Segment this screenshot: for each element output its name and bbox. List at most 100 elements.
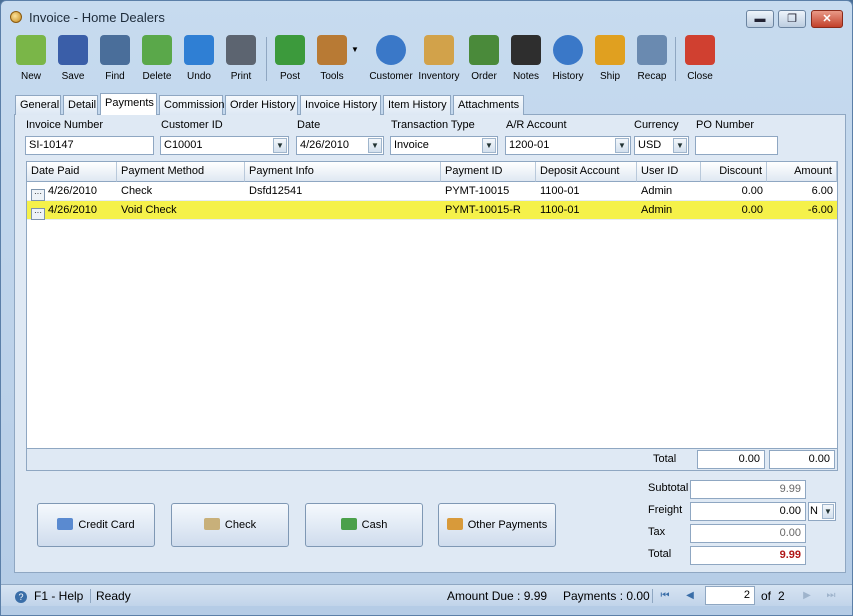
invoice-window: Invoice - Home Dealers ▬ ❐ ✕ New Save Fi… — [0, 0, 853, 616]
chevron-down-icon[interactable]: ▼ — [368, 138, 382, 153]
column-header-user-id[interactable]: User ID — [637, 162, 701, 182]
tax-field: 0.00 — [690, 524, 806, 543]
title-bar[interactable]: Invoice - Home Dealers ▬ ❐ ✕ — [1, 1, 852, 31]
amount-due: Amount Due : 9.99 — [447, 589, 548, 603]
maximize-button[interactable]: ❐ — [778, 10, 806, 28]
new-button[interactable]: New — [9, 33, 53, 89]
undo-icon — [184, 35, 214, 65]
transaction-type-label: Transaction Type — [391, 119, 475, 131]
ar-account-select[interactable]: 1200-01 ▼ — [505, 136, 631, 155]
tab-general[interactable]: General — [15, 95, 61, 115]
print-button[interactable]: Print — [219, 33, 263, 89]
tab-item-history[interactable]: Item History — [383, 95, 451, 115]
ellipsis-button[interactable]: ··· — [31, 208, 45, 220]
cell-deposit-account[interactable]: 1100-01 — [536, 201, 637, 220]
help-icon[interactable]: ? — [15, 589, 27, 603]
tab-commission[interactable]: Commission — [159, 95, 225, 115]
customer-id-label: Customer ID — [161, 119, 223, 131]
next-page-icon[interactable]: ▶ — [800, 589, 814, 603]
cell-date-paid[interactable]: ··· 4/26/2010 — [27, 201, 117, 220]
customer-id-select[interactable]: C10001 ▼ — [160, 136, 289, 155]
cell-user-id[interactable]: Admin — [637, 201, 701, 220]
column-header-date-paid[interactable]: Date Paid — [27, 162, 117, 182]
tools-dropdown-button[interactable]: ▼ — [348, 33, 362, 89]
undo-button[interactable]: Undo — [177, 33, 221, 89]
chevron-down-icon[interactable]: ▼ — [673, 138, 687, 153]
chevron-down-icon[interactable]: ▼ — [615, 138, 629, 153]
toolbar-separator — [266, 37, 267, 81]
cell-payment-method[interactable]: Check — [117, 182, 245, 201]
last-page-icon[interactable]: ⏭ — [824, 589, 838, 603]
close-window-button[interactable]: ✕ — [811, 10, 843, 28]
save-button[interactable]: Save — [51, 33, 95, 89]
column-header-discount[interactable]: Discount — [701, 162, 767, 182]
cell-amount[interactable]: -6.00 — [767, 201, 837, 220]
column-header-deposit-account[interactable]: Deposit Account — [536, 162, 637, 182]
po-number-field[interactable] — [695, 136, 778, 155]
help-label[interactable]: F1 - Help — [34, 589, 83, 603]
table-row[interactable]: ··· 4/26/2010 Void Check PYMT-10015-R 110… — [27, 201, 837, 220]
tab-attachments[interactable]: Attachments — [453, 95, 524, 115]
chevron-down-icon[interactable]: ▼ — [273, 138, 287, 153]
cell-date-paid[interactable]: ··· 4/26/2010 — [27, 182, 117, 201]
page-number-input[interactable]: 2 — [705, 586, 755, 605]
column-header-payment-id[interactable]: Payment ID — [441, 162, 536, 182]
order-icon — [469, 35, 499, 65]
previous-page-icon[interactable]: ◀ — [683, 589, 697, 603]
table-row[interactable]: ··· 4/26/2010 Check Dsfd12541 PYMT-10015 … — [27, 182, 837, 201]
history-button[interactable]: History — [546, 33, 590, 89]
app-icon — [10, 11, 22, 23]
notes-button[interactable]: Notes — [504, 33, 548, 89]
inventory-button[interactable]: Inventory — [417, 33, 461, 89]
tab-order-history[interactable]: Order History — [225, 95, 298, 115]
credit-card-button[interactable]: Credit Card — [37, 503, 155, 547]
cash-button[interactable]: Cash — [305, 503, 423, 547]
post-icon — [275, 35, 305, 65]
cell-payment-id[interactable]: PYMT-10015 — [441, 182, 536, 201]
tab-payments[interactable]: Payments — [100, 93, 157, 115]
cell-discount[interactable]: 0.00 — [701, 182, 767, 201]
recap-icon — [637, 35, 667, 65]
ellipsis-button[interactable]: ··· — [31, 189, 45, 201]
customer-button[interactable]: Customer — [369, 33, 413, 89]
column-header-amount[interactable]: Amount — [767, 162, 837, 182]
transaction-type-select[interactable]: Invoice ▼ — [390, 136, 498, 155]
cell-amount[interactable]: 6.00 — [767, 182, 837, 201]
order-button[interactable]: Order — [462, 33, 506, 89]
minimize-button[interactable]: ▬ — [746, 10, 774, 28]
post-button[interactable]: Post — [268, 33, 312, 89]
find-button[interactable]: Find — [93, 33, 137, 89]
cell-user-id[interactable]: Admin — [637, 182, 701, 201]
recap-button[interactable]: Recap — [630, 33, 674, 89]
date-picker[interactable]: 4/26/2010 ▼ — [296, 136, 384, 155]
chevron-down-icon[interactable]: ▼ — [482, 138, 496, 153]
payments-grid: Date Paid Payment Method Payment Info Pa… — [26, 161, 838, 471]
freight-field[interactable]: 0.00 — [690, 502, 806, 521]
cell-discount[interactable]: 0.00 — [701, 201, 767, 220]
cell-payment-id[interactable]: PYMT-10015-R — [441, 201, 536, 220]
delete-button[interactable]: Delete — [135, 33, 179, 89]
cell-payment-info[interactable] — [245, 201, 441, 220]
check-button[interactable]: Check — [171, 503, 289, 547]
tab-invoice-history[interactable]: Invoice History — [300, 95, 381, 115]
status-bar: ? F1 - Help Ready Amount Due : 9.99 Paym… — [1, 584, 852, 606]
close-button[interactable]: Close — [678, 33, 722, 89]
first-page-icon[interactable]: ⏮ — [658, 589, 672, 603]
cell-payment-method[interactable]: Void Check — [117, 201, 245, 220]
check-pen-icon — [203, 518, 220, 530]
column-header-payment-method[interactable]: Payment Method — [117, 162, 245, 182]
cell-payment-info[interactable]: Dsfd12541 — [245, 182, 441, 201]
cell-deposit-account[interactable]: 1100-01 — [536, 182, 637, 201]
status-divider — [90, 589, 91, 603]
ship-button[interactable]: Ship — [588, 33, 632, 89]
grid-total-label: Total — [653, 453, 677, 465]
invoice-number-field[interactable]: SI-10147 — [25, 136, 154, 155]
window-title: Invoice - Home Dealers — [29, 10, 165, 25]
chevron-down-icon[interactable]: ▼ — [822, 504, 834, 519]
credit-card-icon — [57, 518, 74, 530]
freight-code-select[interactable]: N ▼ — [808, 502, 836, 521]
other-payments-button[interactable]: Other Payments — [438, 503, 556, 547]
currency-select[interactable]: USD ▼ — [634, 136, 689, 155]
tab-detail[interactable]: Detail — [63, 95, 98, 115]
column-header-payment-info[interactable]: Payment Info — [245, 162, 441, 182]
